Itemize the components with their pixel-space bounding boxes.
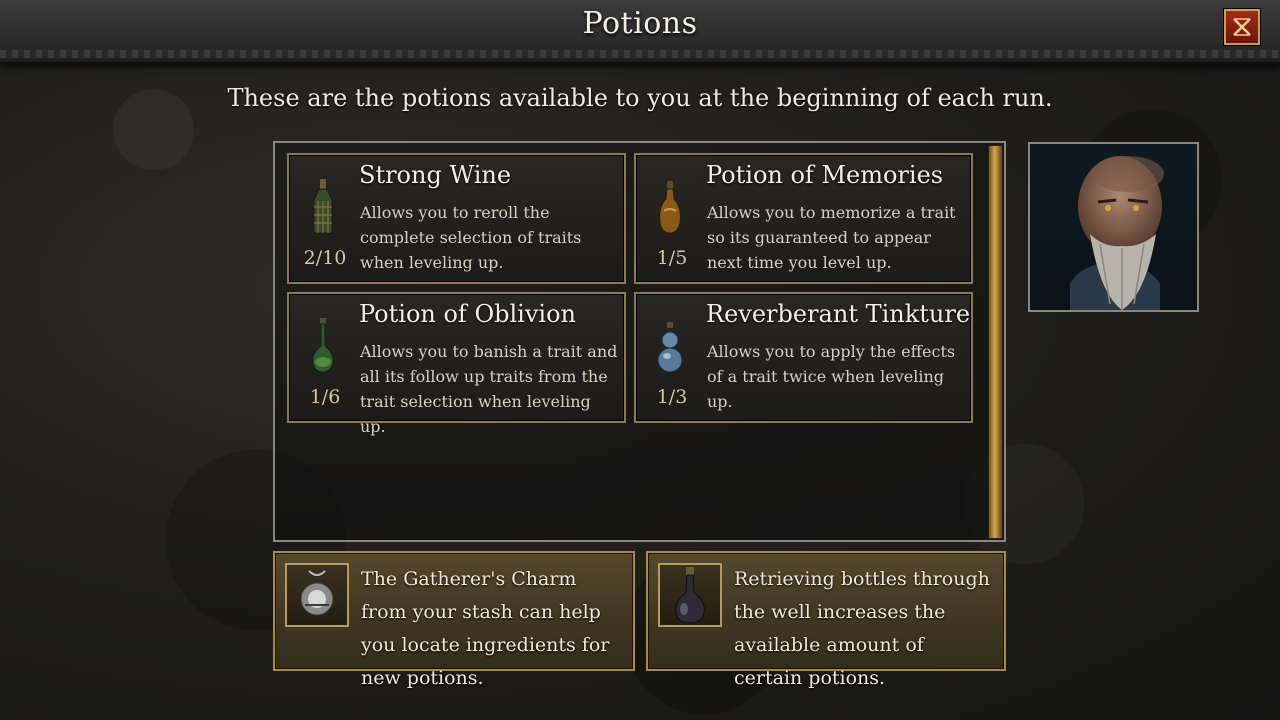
close-button[interactable] <box>1224 9 1260 45</box>
potion-description: Allows you to reroll the complete select… <box>360 203 582 272</box>
potion-count: 2/10 <box>303 247 347 269</box>
potion-count: 1/3 <box>656 386 688 408</box>
potion-name: Strong Wine <box>359 161 512 189</box>
close-x-icon <box>1233 18 1251 36</box>
green-flask-icon <box>312 318 334 373</box>
bottle-icon <box>675 567 705 624</box>
header-trim <box>0 50 1280 58</box>
info-panel-charm: The Gatherer's Charm from your stash can… <box>273 551 635 689</box>
info-text: The Gatherer's Charm from your stash can… <box>361 568 610 689</box>
potion-description: Allows you to apply the effects of a tra… <box>707 342 956 411</box>
potion-description: Allows you to memorize a trait so its gu… <box>707 203 956 272</box>
bottle-thumbnail <box>658 563 722 627</box>
potion-card-reverberant[interactable]: 1/3 Reverberant Tinkture Allows you to a… <box>634 292 973 423</box>
charm-icon <box>300 570 334 616</box>
potion-card-strong-wine[interactable]: 2/10 Strong Wine Allows you to reroll th… <box>287 153 626 284</box>
potion-count: 1/6 <box>309 386 341 408</box>
potion-card-oblivion[interactable]: 1/6 Potion of Oblivion Allows you to ban… <box>287 292 626 436</box>
blue-double-flask-icon <box>657 322 683 373</box>
info-text: Retrieving bottles through the well incr… <box>734 568 990 689</box>
subtitle: These are the potions available to you a… <box>227 84 1053 112</box>
potion-description: Allows you to banish a trait and all its… <box>360 342 618 436</box>
npc-portrait <box>1028 142 1199 312</box>
potion-name: Potion of Memories <box>706 161 944 189</box>
potion-name: Reverberant Tinkture <box>706 300 971 328</box>
info-panel-bottles: Retrieving bottles through the well incr… <box>646 551 1006 689</box>
charm-thumbnail <box>285 563 349 627</box>
page-title: Potions <box>582 6 698 41</box>
wine-bottle-icon <box>313 179 333 234</box>
old-man-portrait <box>1070 156 1164 310</box>
potion-count: 1/5 <box>656 247 688 269</box>
potion-name: Potion of Oblivion <box>359 300 576 328</box>
header-bar: Potions <box>0 0 1280 65</box>
potion-card-memories[interactable]: 1/5 Potion of Memories Allows you to mem… <box>634 153 973 284</box>
amber-flask-icon <box>659 181 681 234</box>
scrollbar[interactable] <box>988 145 1003 539</box>
